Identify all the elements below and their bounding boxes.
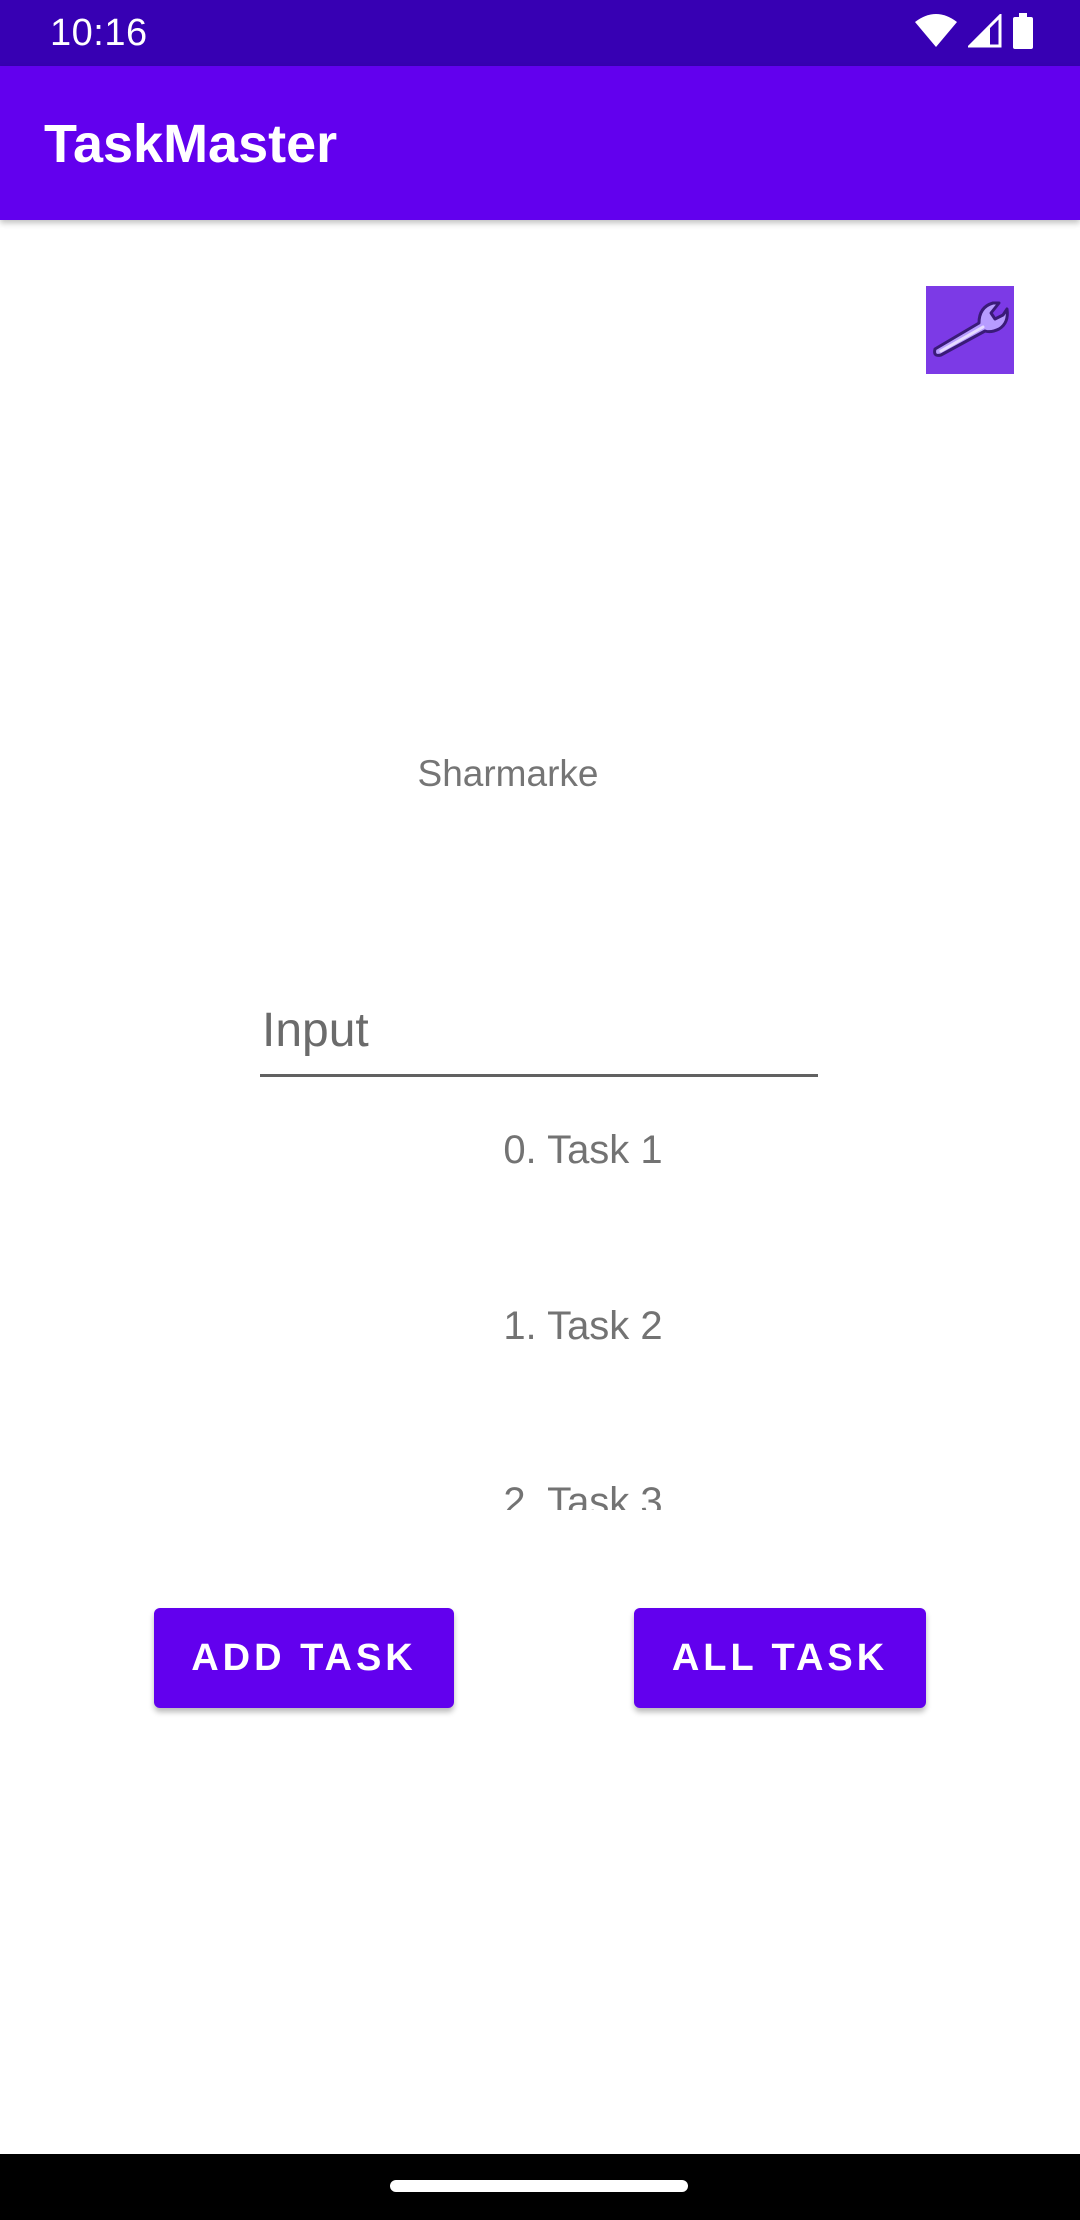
screen: 10:16 TaskMaster Sharmarke Input 0. Task… (0, 0, 1080, 2220)
navigation-bar (0, 2154, 1080, 2220)
battery-icon (1012, 12, 1034, 54)
task-list[interactable]: 0. Task 1 1. Task 2 2. Task 3 (0, 1096, 1080, 1510)
home-gesture-handle[interactable] (390, 2180, 688, 2192)
add-task-button[interactable]: ADD TASK (154, 1608, 454, 1708)
status-time: 10:16 (50, 12, 148, 54)
app-title: TaskMaster (44, 114, 338, 174)
status-bar: 10:16 (0, 0, 1080, 66)
settings-button[interactable] (926, 286, 1014, 374)
signal-icon (966, 11, 1002, 53)
wifi-icon (914, 13, 958, 53)
all-task-button[interactable]: ALL TASK (634, 1608, 926, 1708)
app-bar: TaskMaster (0, 66, 1080, 220)
username-text: Sharmarke (417, 753, 599, 794)
task-input-field[interactable] (260, 990, 818, 1077)
wrench-icon (929, 297, 1011, 364)
status-icons (914, 11, 1034, 54)
task-item[interactable]: 1. Task 2 (0, 1302, 1080, 1350)
task-item[interactable]: 2. Task 3 (0, 1478, 1080, 1510)
task-input[interactable] (262, 990, 812, 1070)
task-item[interactable]: 0. Task 1 (0, 1126, 1080, 1174)
